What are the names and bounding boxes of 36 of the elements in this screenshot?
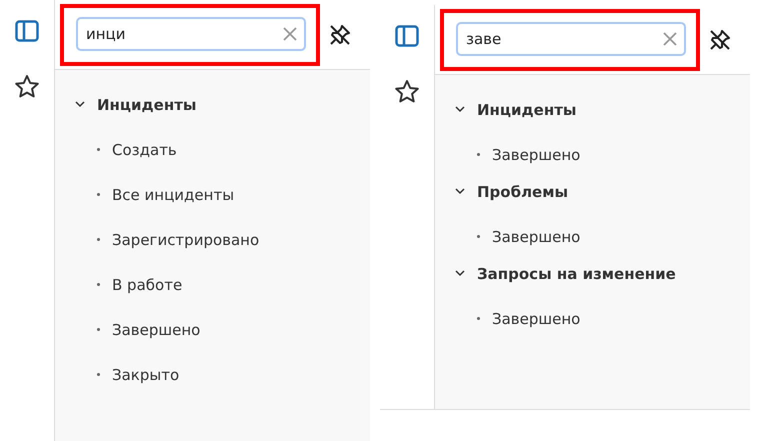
group-label[interactable]: Запросы на изменение <box>477 264 676 282</box>
bullet-icon <box>97 373 100 376</box>
bullet-icon <box>97 283 100 286</box>
search-field[interactable]: инци <box>76 16 306 50</box>
menu-item[interactable]: Все инциденты <box>112 186 234 204</box>
menu-item[interactable]: Завершено <box>492 146 580 164</box>
menu-item[interactable]: Завершено <box>492 310 580 328</box>
menu-item[interactable]: Завершено <box>492 228 580 246</box>
chevron-icon[interactable] <box>75 101 85 108</box>
group-label[interactable]: Проблемы <box>477 182 568 200</box>
search-field[interactable]: заве <box>456 22 686 56</box>
chevron-icon[interactable] <box>455 188 465 195</box>
group-label[interactable]: Инциденты <box>477 100 576 118</box>
chevron-icon[interactable] <box>455 270 465 277</box>
group-label[interactable]: Инциденты <box>97 96 196 114</box>
bullet-icon <box>477 235 480 238</box>
sidebar-toggle-icon[interactable] <box>15 20 39 42</box>
bullet-icon <box>97 193 100 196</box>
bullet-icon <box>97 328 100 331</box>
bullet-icon <box>97 238 100 241</box>
unpin-icon[interactable] <box>708 28 732 52</box>
unpin-icon[interactable] <box>328 22 352 46</box>
star-icon[interactable] <box>394 79 420 104</box>
star-icon[interactable] <box>14 74 40 99</box>
bullet-icon <box>477 153 480 156</box>
menu-item[interactable]: Закрыто <box>112 366 180 384</box>
menu-item[interactable]: Завершено <box>112 320 200 338</box>
clear-icon[interactable] <box>662 30 678 46</box>
menu-item[interactable]: Создать <box>112 140 177 158</box>
bullet-icon <box>477 317 480 320</box>
menu-item[interactable]: Зарегистрировано <box>112 230 260 248</box>
menu-item[interactable]: В работе <box>112 276 182 294</box>
sidebar-toggle-icon[interactable] <box>395 25 419 47</box>
chevron-icon[interactable] <box>455 106 465 113</box>
clear-icon[interactable] <box>282 26 298 42</box>
bullet-icon <box>97 148 100 151</box>
